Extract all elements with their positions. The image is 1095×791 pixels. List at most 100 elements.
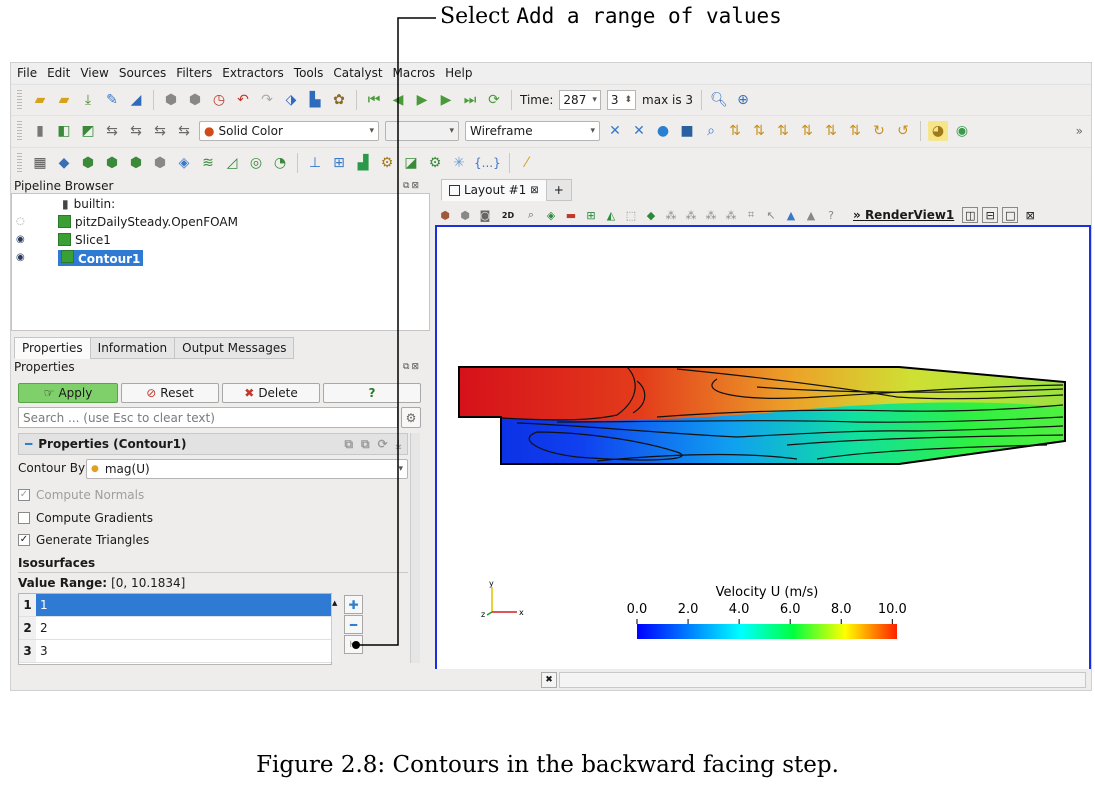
properties-scrollbar[interactable] [410, 433, 420, 663]
row-value[interactable]: 3 [36, 640, 331, 662]
properties-section-header[interactable]: ━ Properties (Contour1) ⧉ ⧉ ⟳ ⤓ [18, 433, 408, 455]
table-scrollbar[interactable]: ▲ [331, 594, 340, 662]
find-data-icon[interactable]: 🔍︎ [709, 90, 729, 110]
last-frame-icon[interactable]: ⏭ [460, 90, 480, 110]
warp-vector-icon[interactable]: ◿ [222, 153, 242, 173]
float-icon[interactable]: ⧉ [403, 362, 409, 373]
toolbar-grip[interactable] [17, 153, 22, 173]
rotate-plus-90-icon[interactable]: ↻ [869, 121, 889, 141]
timestep-spinbox[interactable]: 3 ⬍ [606, 90, 637, 110]
shrink-selection-icon[interactable]: ⁂ [723, 207, 739, 223]
clear-selection-icon[interactable]: ⌗ [743, 207, 759, 223]
render-view-name[interactable]: » RenderView1 [853, 208, 954, 222]
undo-icon[interactable]: ↶ [233, 90, 253, 110]
next-frame-icon[interactable]: ▶ [436, 90, 456, 110]
tab-information[interactable]: Information [89, 337, 176, 359]
add-layout-tab[interactable]: + [545, 179, 572, 201]
table-row[interactable]: 1 1 [19, 594, 331, 617]
pipeline-item-slice1[interactable]: ◉ Slice1 [16, 231, 416, 248]
histogram-icon[interactable]: ▟ [353, 153, 373, 173]
save-defaults-icon[interactable]: ⤓ [396, 437, 401, 452]
menu-tools[interactable]: Tools [289, 66, 329, 80]
dock-buttons[interactable]: ⧉ ⊠ [403, 181, 421, 192]
plot-over-line-icon[interactable]: ⊥ [305, 153, 325, 173]
representation-select[interactable]: Wireframe ▾ [465, 121, 600, 141]
loop-icon[interactable]: ⟳ [484, 90, 504, 110]
center-axes-icon[interactable]: ◉ [952, 121, 972, 141]
advanced-gear-button[interactable]: ⚙ [401, 407, 421, 428]
twod-mode-icon[interactable]: 2D [497, 207, 519, 223]
table-row[interactable]: 3 3 [19, 640, 331, 663]
dock-buttons[interactable]: ⧉ ⊠ [403, 362, 421, 373]
add-value-button[interactable]: ✚ [344, 595, 363, 614]
rescale-range-icon[interactable]: ⇆ [102, 121, 122, 141]
annotation-a-icon[interactable]: ▲ [783, 207, 799, 223]
apply-button[interactable]: ☞ Apply [18, 383, 118, 403]
edit-ruler-icon[interactable]: ↖ [763, 207, 779, 223]
view-plus-y-icon[interactable]: ⇅ [773, 121, 793, 141]
slice-filter-icon[interactable]: ⬢ [102, 153, 122, 173]
compute-gradients-checkbox[interactable]: Compute Gradients [18, 511, 153, 525]
contour-by-select[interactable]: ● mag(U) ▾ [86, 459, 408, 479]
row-value[interactable]: 1 [36, 594, 331, 616]
recent-folder-icon[interactable]: ▰ [54, 90, 74, 110]
connect-icon[interactable]: ✎ [102, 90, 122, 110]
select-polygon-icon[interactable]: ◭ [603, 207, 619, 223]
screenshot-icon[interactable]: ◙ [477, 207, 493, 223]
compute-normals-checkbox[interactable]: ✓ Compute Normals [18, 488, 144, 502]
group-datasets-icon[interactable]: ◎ [246, 153, 266, 173]
close-icon[interactable]: ⊠ [530, 185, 538, 196]
select-cells-icon[interactable]: ▬ [563, 207, 579, 223]
table-row[interactable]: 2 2 [19, 617, 331, 640]
reload-icon[interactable]: ⟳ [378, 437, 388, 451]
pipeline-item-openfoam[interactable]: ◌ pitzDailySteady.OpenFOAM [16, 213, 416, 230]
camera-link-icon[interactable]: ▙ [305, 90, 325, 110]
split-vertical-icon[interactable]: ⊟ [982, 207, 999, 223]
record-macro-icon[interactable]: ⬢ [161, 90, 181, 110]
hover-cells-icon[interactable]: ⁂ [683, 207, 699, 223]
zoom-box-icon[interactable]: ● [653, 121, 673, 141]
render-view[interactable]: y x z Velocity U (m/s) 0.0 2.0 4.0 6.0 8.0 10… [435, 225, 1091, 672]
menu-file[interactable]: File [11, 66, 42, 80]
contour-filter-icon[interactable]: ◆ [54, 153, 74, 173]
maximize-icon[interactable]: □ [1002, 207, 1019, 223]
capture-icon[interactable]: ⬢ [437, 207, 453, 223]
select-blocks-icon[interactable]: ⬚ [623, 207, 639, 223]
zoom-to-data-icon[interactable]: ✕ [629, 121, 649, 141]
menu-extractors[interactable]: Extractors [217, 66, 289, 80]
select-points-icon[interactable]: ◈ [543, 207, 559, 223]
select-frustum-icon[interactable]: ⊞ [583, 207, 599, 223]
menu-catalyst[interactable]: Catalyst [328, 66, 387, 80]
help-button[interactable]: ? [323, 383, 421, 403]
query-icon[interactable]: ⊕ [733, 90, 753, 110]
pipeline-item-contour1[interactable]: ◉ Contour1 [16, 249, 416, 266]
redo-icon[interactable]: ↷ [257, 90, 277, 110]
scroll-up-icon[interactable]: ▲ [332, 599, 337, 607]
ruler-icon[interactable]: ⁄ [517, 153, 537, 173]
paste-icon[interactable]: ⧉ [361, 437, 370, 452]
split-icon[interactable]: ⬢ [457, 207, 473, 223]
rescale-custom-icon[interactable]: ⇆ [126, 121, 146, 141]
zoom-closest-icon[interactable]: ■ [677, 121, 697, 141]
python-calculator-icon[interactable]: ⚙ [425, 153, 445, 173]
zoom-region-icon[interactable]: ⌕ [701, 121, 721, 141]
stream-tracer-icon[interactable]: ≋ [198, 153, 218, 173]
python-annotation-icon[interactable]: {...} [474, 156, 501, 170]
clear-status-icon[interactable]: ✖ [541, 672, 557, 688]
calculator-icon[interactable]: ▮ [30, 121, 50, 141]
toolbar-grip[interactable] [17, 121, 22, 141]
close-icon[interactable]: ⊠ [411, 362, 419, 373]
settings-palette-icon[interactable]: ✿ [329, 90, 349, 110]
color-by-select[interactable]: ● Solid Color ▾ [199, 121, 379, 141]
query-help-icon[interactable]: ? [823, 207, 839, 223]
component-select[interactable]: ▾ [385, 121, 459, 141]
previous-frame-icon[interactable]: ◀ [388, 90, 408, 110]
rescale-visible-icon[interactable]: ⇆ [150, 121, 170, 141]
interactive-select-icon[interactable]: ◆ [643, 207, 659, 223]
first-frame-icon[interactable]: ⏮ [364, 90, 384, 110]
open-folder-icon[interactable]: ▰ [30, 90, 50, 110]
menu-view[interactable]: View [75, 66, 113, 80]
reset-camera-icon[interactable]: ✕ [605, 121, 625, 141]
clip-filter-icon[interactable]: ⬢ [78, 153, 98, 173]
reset-button[interactable]: ⊘ Reset [121, 383, 219, 403]
